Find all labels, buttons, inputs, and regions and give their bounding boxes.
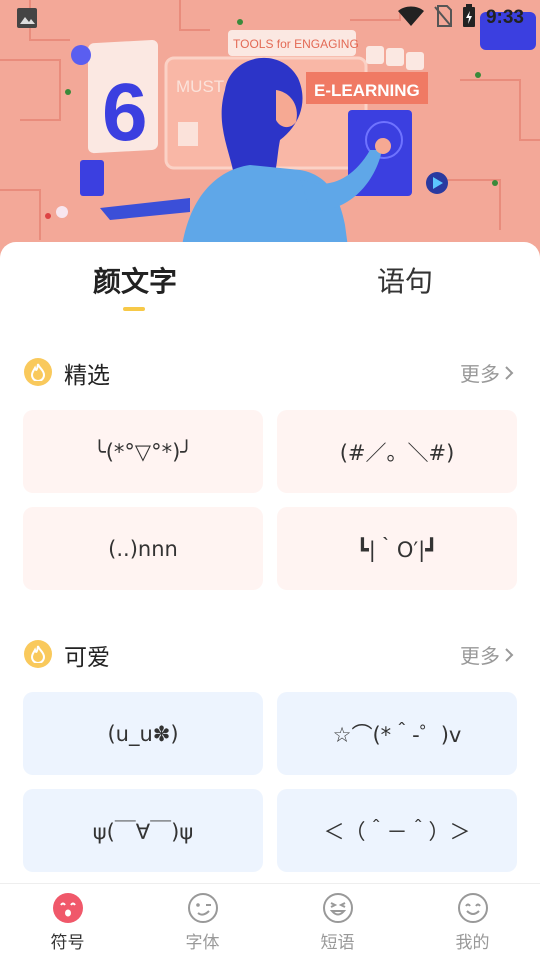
more-link-featured[interactable]: 更多 [460,358,514,387]
bottom-navigation: 符号 字体 短语 我的 [0,883,540,961]
tab-bar: 颜文字 语句 [0,242,540,322]
banner-tools-line: TOOLS for ENGAGING [233,37,359,51]
active-tab-indicator [123,307,145,311]
tab-kaomoji[interactable]: 颜文字 [45,260,225,320]
content-sheet: 颜文字 语句 精选 更多 ╰(*°▽°*)╯ (#／。＼#) (..)nnn ┗… [0,242,540,960]
gallery-icon [16,7,38,29]
more-label: 更多 [460,644,500,668]
kaomoji-card[interactable]: (#／。＼#) [277,410,517,493]
nav-item-phrases[interactable]: 短语 [270,884,405,961]
no-sim-icon [434,4,452,32]
section-title: 精选 [64,363,110,389]
symbol-face-icon [52,893,83,923]
wifi-icon [397,6,424,31]
status-bar: 9:33 [0,0,540,36]
kaomoji-card[interactable]: ╰(*°▽°*)╯ [23,410,263,493]
more-label: 更多 [460,362,500,386]
nav-label: 字体 [185,933,220,953]
clock-time: 9:33 [485,7,524,28]
nav-item-symbols[interactable]: 符号 [0,884,135,961]
kaomoji-card[interactable]: ☆⌒(*＾-゜)v [277,692,517,775]
nav-label: 短语 [320,933,355,953]
section-header-cute: 可爱 更多 [0,636,540,676]
fire-icon [24,358,52,386]
nav-label: 我的 [455,933,490,953]
fire-icon [24,640,52,668]
kaomoji-card[interactable]: ψ(￣∀￣)ψ [23,789,263,872]
nav-item-fonts[interactable]: 字体 [135,884,270,961]
laugh-face-icon [322,893,353,923]
kaomoji-card[interactable]: ＜（＾－＾）＞ [277,789,517,872]
banner-illustration[interactable]: 6 MUST HAVE TOOLS for ENGAGING E-LEARNIN… [0,0,540,262]
kaomoji-card[interactable]: ┗|｀O′|┛ [277,507,517,590]
section-title: 可爱 [64,645,110,671]
section-header-featured: 精选 更多 [0,354,540,394]
more-link-cute[interactable]: 更多 [460,640,514,669]
tab-sentences[interactable]: 语句 [315,260,495,320]
kaomoji-card[interactable]: (u_u✽) [23,692,263,775]
nav-label: 符号 [50,933,85,953]
banner-elearning: E-LEARNING [314,81,420,100]
smile-face-icon [457,893,488,923]
battery-icon [462,3,476,33]
kaomoji-card[interactable]: (..)nnn [23,507,263,590]
nav-item-mine[interactable]: 我的 [405,884,540,961]
chevron-right-icon [505,365,514,380]
banner-number: 6 [102,67,148,158]
chevron-right-icon [505,647,514,662]
wink-face-icon [187,893,218,923]
